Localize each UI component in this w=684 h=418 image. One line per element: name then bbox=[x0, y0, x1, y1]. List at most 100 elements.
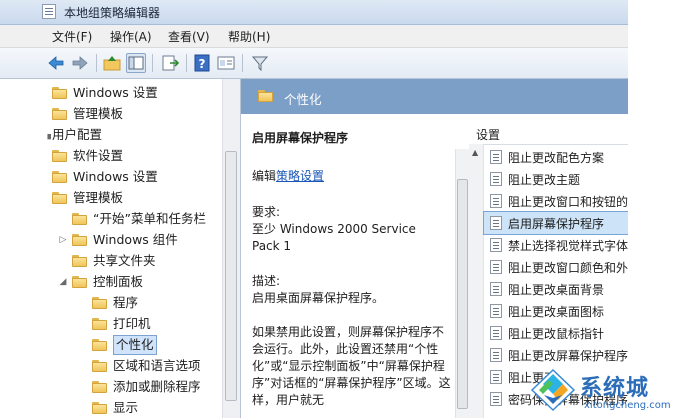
tree-item-label: Windows 设置 bbox=[73, 169, 158, 184]
show-hide-tree-icon[interactable] bbox=[126, 53, 146, 73]
folder-icon bbox=[72, 276, 87, 288]
collapse-arrow-icon[interactable]: ◢ bbox=[58, 277, 68, 287]
policy-tree[interactable]: Windows 设置 管理模板 ▗ 用户配置 软件设置 Windows 设置 管… bbox=[0, 79, 241, 418]
settings-scrollbar[interactable]: ▲ bbox=[469, 144, 484, 418]
setting-item[interactable]: 阻止更改桌面背景 bbox=[484, 278, 628, 300]
forward-icon[interactable] bbox=[70, 53, 90, 73]
tree-item-label: 显示 bbox=[113, 400, 139, 415]
policy-setting-icon bbox=[490, 172, 502, 186]
tree-item-label: “开始”菜单和任务栏 bbox=[93, 211, 206, 226]
folder-icon bbox=[72, 213, 87, 225]
setting-label: 阻止更改主题 bbox=[508, 172, 581, 187]
watermark-text: 系统城 bbox=[580, 376, 650, 401]
setting-item[interactable]: 阻止更改窗口颜色和外观 bbox=[484, 256, 628, 278]
tree-item-software-settings[interactable]: 软件设置 bbox=[52, 146, 123, 166]
menu-help[interactable]: 帮助(H) bbox=[228, 28, 270, 45]
category-header: 个性化 bbox=[241, 79, 628, 114]
setting-item[interactable]: 阻止更改主题 bbox=[484, 168, 628, 190]
policy-settings-link[interactable]: 策略设置 bbox=[276, 169, 324, 183]
back-icon[interactable] bbox=[46, 53, 66, 73]
policy-setting-icon bbox=[490, 326, 502, 340]
expander-icon[interactable]: ▗ bbox=[44, 130, 51, 140]
setting-item[interactable]: 阻止更改配色方案 bbox=[484, 146, 628, 168]
folder-icon bbox=[52, 87, 67, 99]
tree-item-label: 区域和语言选项 bbox=[113, 358, 201, 373]
setting-label: 阻止更改屏幕保护程序 bbox=[508, 348, 628, 363]
tree-item-label: 程序 bbox=[113, 295, 139, 310]
edit-prefix: 编辑 bbox=[252, 169, 277, 183]
group-policy-editor-window: 本地组策略编辑器 文件(F) 操作(A) 查看(V) 帮助(H) ? Windo… bbox=[0, 0, 628, 418]
setting-item-selected[interactable]: 启用屏幕保护程序 bbox=[483, 211, 628, 235]
tree-item-label: 打印机 bbox=[113, 316, 151, 331]
policy-setting-icon bbox=[490, 194, 502, 208]
policy-setting-icon bbox=[490, 216, 502, 230]
tree-item-display[interactable]: 显示 bbox=[92, 398, 138, 418]
menu-view[interactable]: 查看(V) bbox=[168, 28, 210, 45]
requirements-label: 要求: bbox=[252, 205, 281, 219]
folder-icon bbox=[52, 150, 67, 162]
app-icon bbox=[42, 4, 56, 19]
watermark-logo-icon bbox=[530, 368, 576, 412]
category-title: 个性化 bbox=[284, 92, 322, 107]
tree-item-label: Windows 设置 bbox=[73, 85, 158, 100]
settings-column-header[interactable]: 设置 bbox=[469, 122, 628, 145]
setting-label: 阻止更改窗口颜色和外观 bbox=[508, 260, 628, 275]
policy-setting-icon bbox=[490, 392, 502, 406]
tree-item-control-panel[interactable]: ◢ 控制面板 bbox=[58, 272, 143, 292]
setting-item[interactable]: 阻止更改鼠标指针 bbox=[484, 322, 628, 344]
tree-item-windows-components[interactable]: ▷ Windows 组件 bbox=[58, 230, 178, 250]
description-text: 启用桌面屏幕保护程序。 bbox=[252, 291, 385, 305]
setting-label: 阻止更改鼠标指针 bbox=[508, 326, 605, 341]
policy-setting-icon bbox=[490, 348, 502, 362]
tree-scrollbar[interactable] bbox=[222, 79, 240, 418]
tree-item-regional-language[interactable]: 区域和语言选项 bbox=[92, 356, 201, 376]
menu-file[interactable]: 文件(F) bbox=[52, 28, 92, 45]
setting-item[interactable]: 阻止更改窗口和按钮的样 bbox=[484, 190, 628, 212]
folder-icon bbox=[72, 255, 87, 267]
tree-item-admin-templates-user[interactable]: 管理模板 bbox=[52, 188, 123, 208]
setting-label: 启用屏幕保护程序 bbox=[508, 216, 605, 231]
setting-label: 阻止更改桌面图标 bbox=[508, 304, 605, 319]
tree-item-label: 管理模板 bbox=[73, 190, 124, 205]
tree-item-windows-settings-user[interactable]: Windows 设置 bbox=[52, 167, 158, 187]
up-folder-icon[interactable] bbox=[102, 53, 122, 73]
policy-setting-icon bbox=[490, 304, 502, 318]
setting-item[interactable]: 禁止选择视觉样式字体大 bbox=[484, 234, 628, 256]
setting-item[interactable]: 阻止更改桌面图标 bbox=[484, 300, 628, 322]
folder-icon bbox=[52, 192, 67, 204]
policy-setting-icon bbox=[490, 150, 502, 164]
tree-item-user-config[interactable]: ▗ 用户配置 bbox=[44, 125, 102, 145]
tree-item-label: 添加或删除程序 bbox=[113, 379, 201, 394]
tree-item-printers[interactable]: 打印机 bbox=[92, 314, 151, 334]
setting-label: 阻止更改窗口和按钮的样 bbox=[508, 194, 628, 209]
tree-item-add-remove-programs[interactable]: 添加或删除程序 bbox=[92, 377, 201, 397]
tree-item-label: 管理模板 bbox=[73, 106, 124, 121]
tree-item-programs[interactable]: 程序 bbox=[92, 293, 138, 313]
tree-item-personalization[interactable]: 个性化 bbox=[92, 335, 157, 355]
tree-item-admin-templates[interactable]: 管理模板 bbox=[52, 104, 123, 124]
folder-icon bbox=[92, 402, 107, 414]
help-icon[interactable]: ? bbox=[192, 53, 212, 73]
folder-icon bbox=[92, 381, 107, 393]
tree-scroll-thumb[interactable] bbox=[225, 151, 237, 401]
folder-icon bbox=[92, 297, 107, 309]
folder-icon bbox=[52, 171, 67, 183]
description-body: 如果禁用此设置，则屏幕保护程序不会运行。此外，此设置还禁用“个性化”或“显示控制… bbox=[252, 325, 451, 407]
properties-icon[interactable] bbox=[216, 53, 236, 73]
tree-item-shared-folders[interactable]: 共享文件夹 bbox=[72, 251, 156, 271]
tree-item-start-menu-taskbar[interactable]: “开始”菜单和任务栏 bbox=[72, 209, 206, 229]
description-scroll-thumb[interactable] bbox=[457, 179, 468, 409]
policy-setting-icon bbox=[490, 238, 502, 252]
edit-policy-line: 编辑策略设置 bbox=[252, 168, 457, 185]
filter-icon[interactable] bbox=[250, 53, 270, 73]
menu-action[interactable]: 操作(A) bbox=[110, 28, 152, 45]
setting-heading: 启用屏幕保护程序 bbox=[252, 131, 349, 145]
export-icon[interactable] bbox=[160, 53, 180, 73]
scroll-up-icon[interactable]: ▲ bbox=[472, 148, 478, 157]
description-scrollbar[interactable] bbox=[455, 149, 470, 418]
setting-label: 禁止选择视觉样式字体大 bbox=[508, 238, 628, 253]
expand-arrow-icon[interactable]: ▷ bbox=[58, 235, 68, 245]
tree-item-label: 用户配置 bbox=[52, 127, 103, 142]
tree-item-windows-settings[interactable]: Windows 设置 bbox=[52, 83, 158, 103]
folder-icon bbox=[92, 360, 107, 372]
